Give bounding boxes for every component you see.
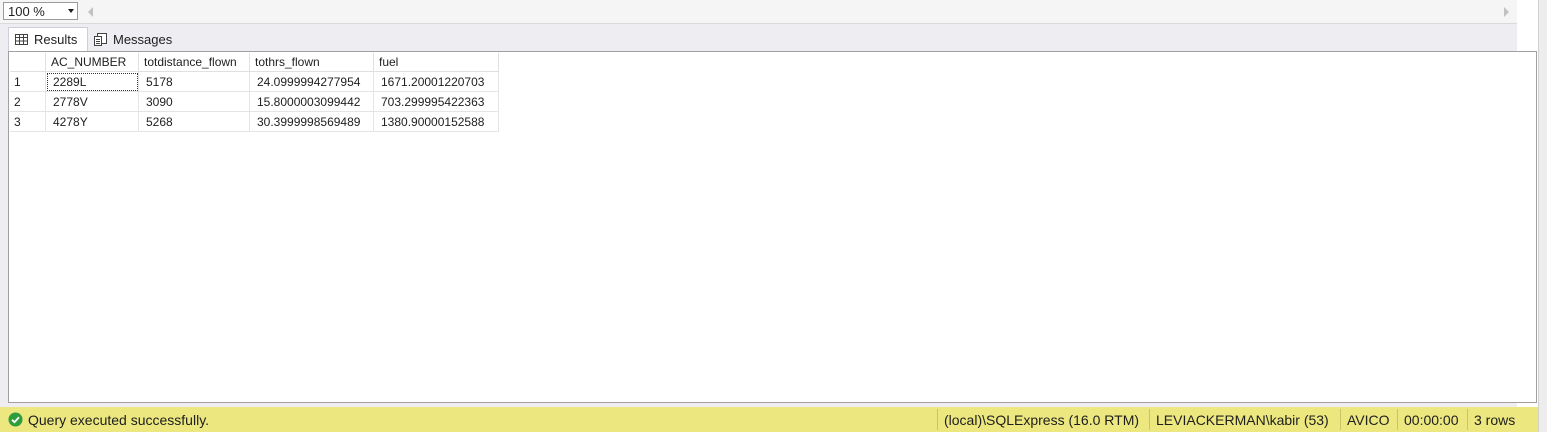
table-cell[interactable]: 1671.20001220703 bbox=[373, 71, 499, 92]
results-grid-panel: AC_NUMBER totdistance_flown tothrs_flown… bbox=[8, 51, 1537, 403]
row-number[interactable]: 1 bbox=[10, 71, 46, 92]
table-cell[interactable]: 15.8000003099442 bbox=[249, 91, 374, 112]
table-cell[interactable]: 3090 bbox=[138, 91, 250, 112]
scroll-left-icon[interactable] bbox=[88, 7, 93, 17]
zoom-value: 100 % bbox=[8, 4, 45, 19]
status-message: Query executed successfully. bbox=[28, 411, 210, 428]
header-row: AC_NUMBER totdistance_flown tothrs_flown… bbox=[10, 53, 499, 72]
vertical-splitter[interactable] bbox=[1538, 0, 1547, 432]
table-cell[interactable]: 5268 bbox=[138, 111, 250, 132]
results-grid: AC_NUMBER totdistance_flown tothrs_flown… bbox=[10, 53, 499, 132]
table-cell[interactable]: 24.0999994277954 bbox=[249, 71, 374, 92]
grid-icon bbox=[15, 34, 28, 45]
table-cell[interactable]: 5178 bbox=[138, 71, 250, 92]
table-cell[interactable]: 4278Y bbox=[45, 111, 139, 132]
table-row[interactable]: 1 2289L 5178 24.0999994277954 1671.20001… bbox=[10, 71, 499, 92]
column-header-tothrs-flown[interactable]: tothrs_flown bbox=[249, 53, 374, 72]
tab-messages[interactable]: Messages bbox=[90, 27, 186, 51]
row-number[interactable]: 3 bbox=[10, 111, 46, 132]
messages-icon bbox=[94, 32, 107, 46]
table-cell[interactable]: 2778V bbox=[45, 91, 139, 112]
table-cell[interactable]: 2289L bbox=[45, 71, 139, 92]
status-message-area: Query executed successfully. bbox=[8, 407, 209, 432]
status-bar: Query executed successfully. (local)\SQL… bbox=[0, 407, 1538, 432]
select-all-corner[interactable] bbox=[10, 53, 46, 72]
zoom-dropdown[interactable]: 100 % bbox=[3, 2, 78, 20]
status-database: AVICO bbox=[1340, 409, 1390, 430]
column-header-ac-number[interactable]: AC_NUMBER bbox=[45, 53, 139, 72]
result-tabs: Results Messages bbox=[0, 24, 1538, 51]
table-cell[interactable]: 30.3999998569489 bbox=[249, 111, 374, 132]
chevron-down-icon[interactable] bbox=[68, 9, 74, 13]
table-cell[interactable]: 1380.90000152588 bbox=[373, 111, 499, 132]
status-row-count: 3 rows bbox=[1467, 409, 1515, 430]
table-cell[interactable]: 703.299995422363 bbox=[373, 91, 499, 112]
status-elapsed-time: 00:00:00 bbox=[1397, 409, 1459, 430]
tab-results-label: Results bbox=[34, 32, 78, 47]
row-number[interactable]: 2 bbox=[10, 91, 46, 112]
tab-results[interactable]: Results bbox=[8, 27, 88, 51]
scroll-right-icon[interactable] bbox=[1504, 7, 1509, 17]
status-user: LEVIACKERMAN\kabir (53) bbox=[1149, 409, 1329, 430]
table-row[interactable]: 2 2778V 3090 15.8000003099442 703.299995… bbox=[10, 91, 499, 112]
check-circle-icon bbox=[8, 412, 23, 427]
zoom-toolbar: 100 % bbox=[0, 0, 1517, 24]
tab-messages-label: Messages bbox=[113, 31, 173, 47]
column-header-fuel[interactable]: fuel bbox=[373, 53, 499, 72]
table-row[interactable]: 3 4278Y 5268 30.3999998569489 1380.90000… bbox=[10, 111, 499, 132]
status-server: (local)\SQLExpress (16.0 RTM) bbox=[937, 409, 1139, 430]
column-header-totdistance-flown[interactable]: totdistance_flown bbox=[138, 53, 250, 72]
